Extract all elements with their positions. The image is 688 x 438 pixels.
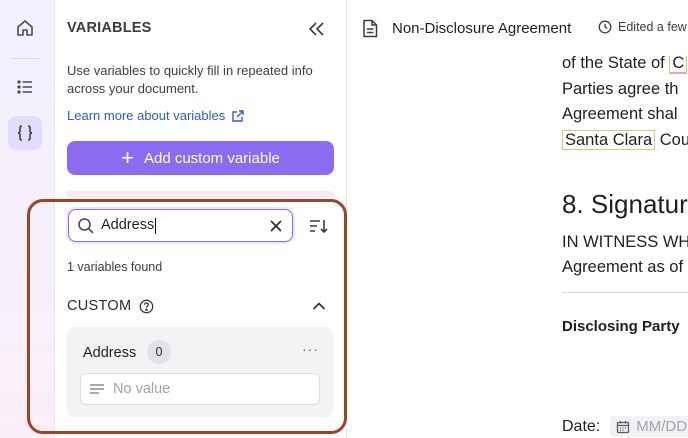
- doc-line-2: Parties agree th: [562, 80, 679, 98]
- county-field[interactable]: Santa Clara: [562, 130, 656, 150]
- search-value-text: Address: [101, 217, 155, 234]
- section-heading: 8. Signatur: [562, 189, 688, 219]
- learn-more-link[interactable]: Learn more about variables: [67, 108, 245, 123]
- variables-button[interactable]: [8, 116, 42, 150]
- text-lines-icon: [90, 384, 104, 394]
- date-placeholder: MM/DD: [636, 418, 688, 435]
- date-label: Date:: [562, 417, 601, 435]
- section-label: CUSTOM: [67, 298, 132, 314]
- doc-line-4: Santa Clara Cou: [562, 128, 688, 153]
- doc-line-1-text: of the State of: [562, 56, 670, 72]
- chevron-up-icon[interactable]: [309, 296, 329, 316]
- calendar-icon: [617, 420, 630, 433]
- search-icon: [78, 217, 94, 234]
- text-caret: [155, 217, 157, 234]
- disclosing-party-label: Disclosing Party: [562, 318, 680, 335]
- variable-usage-count: 0: [147, 340, 171, 364]
- braces-icon: [17, 125, 33, 141]
- edited-status: Edited a few: [598, 20, 687, 34]
- clear-search-button[interactable]: [267, 217, 285, 235]
- rail-divider: [10, 58, 40, 59]
- clock-icon: [598, 20, 612, 34]
- witness-line-1: IN WITNESS WH: [562, 233, 688, 251]
- more-options-button[interactable]: ···: [302, 341, 319, 357]
- witness-line-2: Agreement as of: [562, 258, 684, 276]
- variable-value-input[interactable]: No value: [80, 373, 320, 405]
- help-circle-icon[interactable]: [139, 299, 154, 314]
- document-title[interactable]: Non-Disclosure Agreement: [392, 20, 571, 37]
- search-value: Address: [101, 217, 157, 234]
- document-header: Non-Disclosure Agreement Edited a few: [348, 0, 688, 56]
- variable-card: Address 0 ··· No value: [67, 327, 333, 417]
- sort-icon: [310, 220, 328, 234]
- results-count: 1 variables found: [67, 260, 163, 274]
- date-input[interactable]: MM/DD: [610, 416, 688, 437]
- variable-search-input[interactable]: Address: [68, 209, 293, 242]
- double-chevron-left-icon: [308, 22, 324, 36]
- state-field[interactable]: C: [669, 56, 688, 74]
- document-body: of the State of C Parties agree th Agree…: [348, 56, 688, 438]
- list-icon: [17, 80, 32, 94]
- plus-icon: +: [121, 145, 134, 170]
- variable-name: Address: [83, 345, 137, 361]
- panel-description: Use variables to quickly fill in repeate…: [67, 63, 313, 96]
- doc-line-3: Agreement shal: [562, 105, 678, 123]
- edited-text: Edited a few: [618, 20, 687, 34]
- divider-strip: [67, 191, 334, 197]
- document-icon: [363, 19, 378, 38]
- learn-more-label: Learn more about variables: [67, 108, 226, 123]
- custom-section-header[interactable]: CUSTOM: [67, 296, 329, 316]
- outline-button[interactable]: [8, 70, 42, 104]
- add-custom-variable-button[interactable]: + Add custom variable: [67, 141, 334, 175]
- collapse-panel-button[interactable]: [305, 18, 327, 40]
- home-button[interactable]: [8, 11, 42, 45]
- home-icon: [17, 20, 33, 36]
- add-custom-variable-label: Add custom variable: [143, 149, 280, 167]
- date-row: Date: MM/DD: [562, 416, 688, 437]
- doc-line-4-text: Cou: [655, 131, 688, 149]
- signature-divider: [562, 292, 688, 293]
- external-link-icon: [232, 109, 244, 122]
- variable-value-placeholder: No value: [113, 381, 171, 397]
- close-icon: [270, 220, 282, 232]
- panel-title: VARIABLES: [67, 20, 152, 36]
- doc-line-1: of the State of C: [562, 56, 688, 76]
- sort-button[interactable]: [307, 215, 329, 237]
